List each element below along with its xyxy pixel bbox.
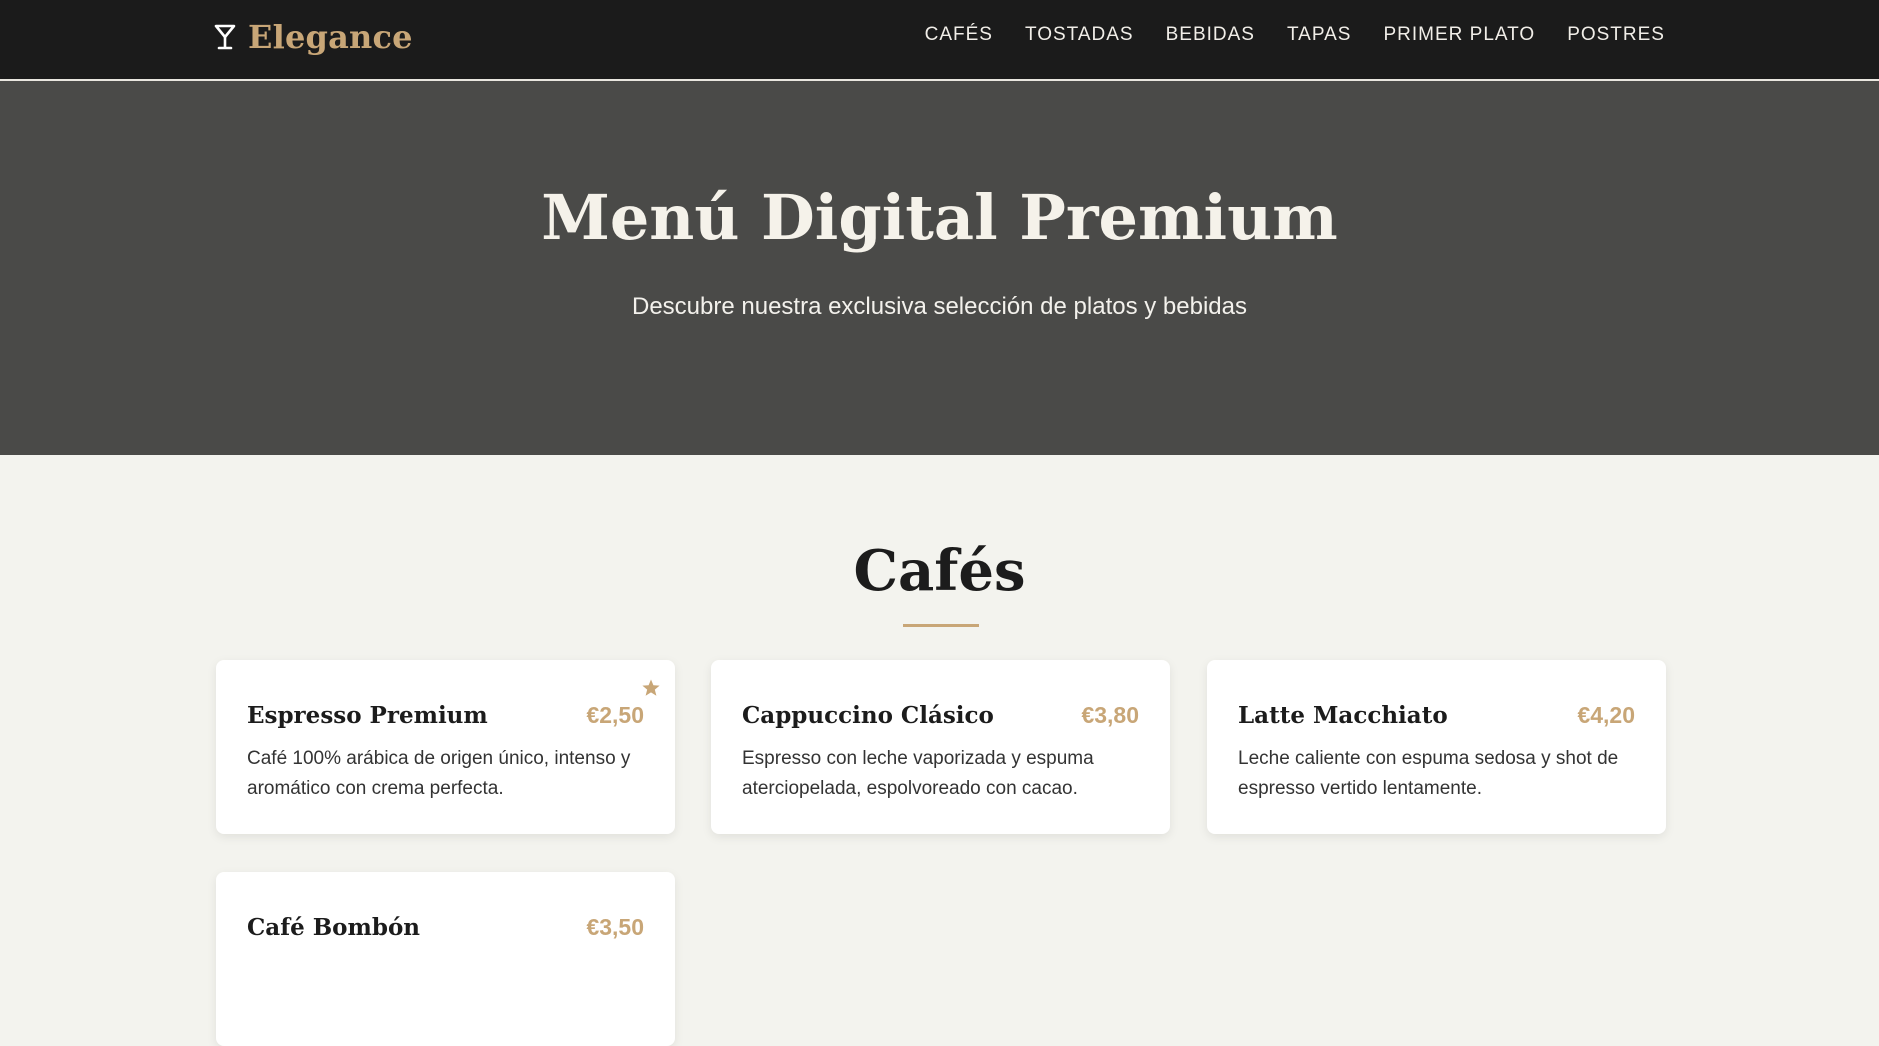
- nav-item-bebidas[interactable]: BEBIDAS: [1166, 24, 1255, 46]
- menu-item-name: Espresso Premium: [247, 702, 488, 729]
- menu-item-card[interactable]: Café Bombón €3,50: [216, 872, 675, 1046]
- nav-item-tostadas[interactable]: TOSTADAS: [1025, 24, 1134, 46]
- menu-item-price: €4,20: [1577, 702, 1635, 728]
- menu-item-name: Cappuccino Clásico: [742, 702, 994, 729]
- menu-item-price: €2,50: [586, 702, 644, 728]
- section-divider: [903, 624, 979, 627]
- menu-item-price: €3,50: [586, 914, 644, 940]
- nav-item-cafes[interactable]: CAFÉS: [925, 24, 993, 46]
- star-icon: [642, 679, 660, 696]
- menu-item-description: Leche caliente con espuma sedosa y shot …: [1238, 748, 1619, 799]
- nav-item-tapas[interactable]: TAPAS: [1287, 24, 1351, 46]
- hero-subtitle: Descubre nuestra exclusiva selección de …: [631, 293, 1247, 320]
- nav-item-postres[interactable]: POSTRES: [1567, 24, 1665, 46]
- menu-item-card[interactable]: Espresso Premium €2,50 Café 100% arábica…: [216, 660, 675, 834]
- menu-item-name: Latte Macchiato: [1238, 702, 1448, 729]
- top-navbar: Elegance CAFÉS TOSTADAS BEBIDAS TAPAS PR…: [0, 0, 1879, 81]
- menu-item-description: Espresso con leche vaporizada y espuma a…: [742, 748, 1094, 799]
- nav-item-primer-plato[interactable]: PRIMER PLATO: [1383, 24, 1535, 46]
- brand-name: Elegance: [248, 18, 413, 56]
- hero-banner: Menú Digital Premium Descubre nuestra ex…: [0, 81, 1879, 455]
- hero-title: Menú Digital Premium: [541, 181, 1338, 254]
- menu-item-card[interactable]: Cappuccino Clásico €3,80 Espresso con le…: [711, 660, 1170, 834]
- brand-logo-link[interactable]: Elegance: [214, 18, 413, 56]
- menu-item-price: €3,80: [1081, 702, 1139, 728]
- menu-item-description: Café 100% arábica de origen único, inten…: [247, 748, 631, 799]
- menu-item-name: Café Bombón: [247, 914, 421, 941]
- cocktail-glass-icon: [214, 24, 236, 50]
- menu-item-card[interactable]: Latte Macchiato €4,20 Leche caliente con…: [1207, 660, 1666, 834]
- section-title: Cafés: [853, 538, 1026, 604]
- main-nav: CAFÉS TOSTADAS BEBIDAS TAPAS PRIMER PLAT…: [925, 24, 1665, 46]
